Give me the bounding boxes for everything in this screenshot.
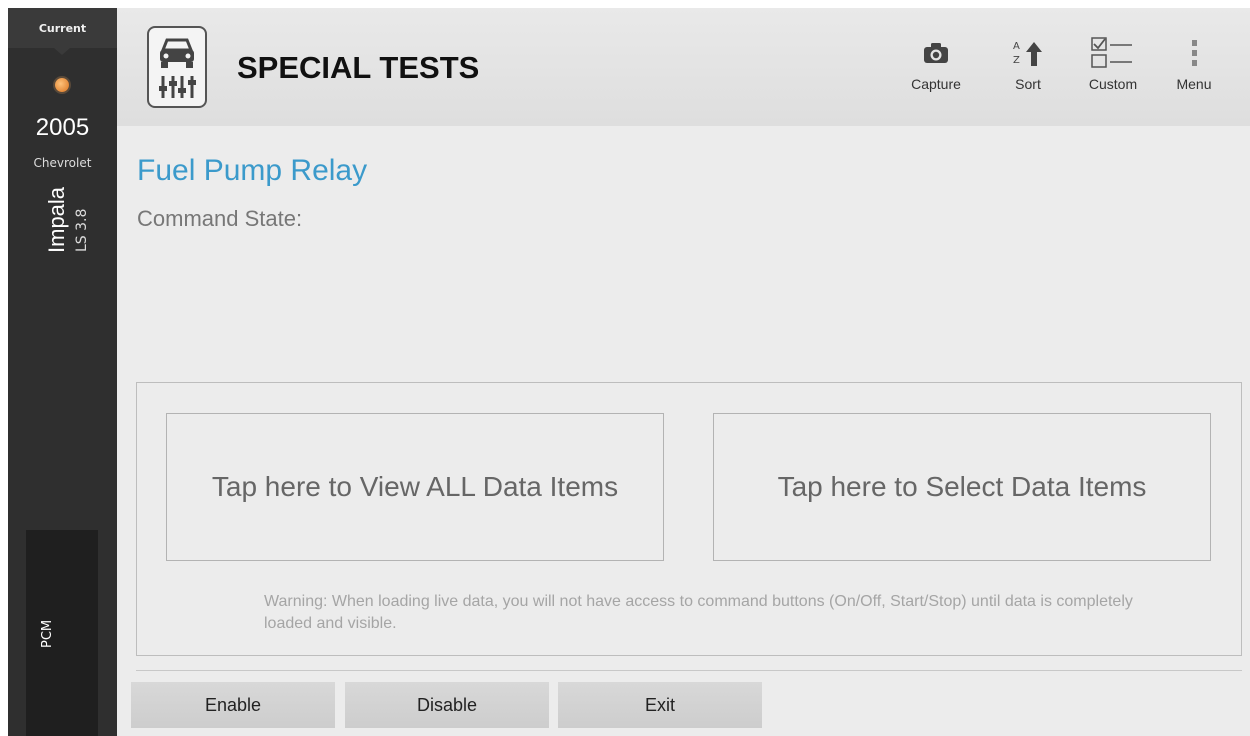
- sort-button[interactable]: AZ Sort: [993, 36, 1063, 92]
- header-bar: SPECIAL TESTS Capture AZ Sort Custom Men…: [117, 8, 1250, 126]
- custom-label: Custom: [1088, 76, 1138, 92]
- vertical-dots-icon: [1159, 36, 1229, 70]
- vehicle-sidebar: Current 2005 Chevrolet Impala LS 3.8 PCM: [8, 8, 117, 736]
- disable-button[interactable]: Disable: [345, 682, 549, 728]
- live-data-warning: Warning: When loading live data, you wil…: [264, 593, 1133, 632]
- vehicle-trim: LS 3.8: [74, 208, 90, 252]
- capture-button[interactable]: Capture: [901, 36, 971, 92]
- select-data-button[interactable]: Tap here to Select Data Items: [713, 413, 1211, 561]
- connection-status-icon: [55, 78, 69, 92]
- menu-label: Menu: [1176, 76, 1212, 92]
- svg-text:A: A: [1013, 41, 1020, 52]
- page-title: SPECIAL TESTS: [237, 50, 480, 85]
- camera-icon: [901, 36, 971, 70]
- svg-text:Z: Z: [1013, 55, 1020, 66]
- tab-pointer: [54, 48, 70, 55]
- enable-button[interactable]: Enable: [131, 682, 335, 728]
- sort-label: Sort: [1015, 76, 1041, 92]
- checklist-icon: [1078, 36, 1148, 70]
- command-state-label: Command State:: [137, 206, 303, 231]
- current-vehicle-tab[interactable]: Current: [8, 8, 117, 48]
- current-label: Current: [38, 22, 87, 35]
- module-selector[interactable]: [26, 530, 98, 736]
- sort-az-icon: AZ: [993, 36, 1063, 70]
- custom-button[interactable]: Custom: [1078, 36, 1148, 92]
- vehicle-model: Impala: [44, 186, 69, 253]
- vehicle-make: Chevrolet: [33, 156, 92, 170]
- menu-button[interactable]: Menu: [1159, 36, 1229, 92]
- data-items-panel: Tap here to View ALL Data Items Tap here…: [136, 382, 1242, 656]
- main-content: Fuel Pump Relay Command State: Tap here …: [117, 126, 1250, 736]
- divider: [136, 670, 1242, 671]
- vehicle-year: 2005: [35, 114, 90, 141]
- module-label: PCM: [40, 619, 55, 648]
- test-name: Fuel Pump Relay: [137, 154, 368, 187]
- car-sliders-icon: [147, 26, 207, 108]
- view-all-data-button[interactable]: Tap here to View ALL Data Items: [166, 413, 664, 561]
- capture-label: Capture: [911, 76, 961, 92]
- exit-button[interactable]: Exit: [558, 682, 762, 728]
